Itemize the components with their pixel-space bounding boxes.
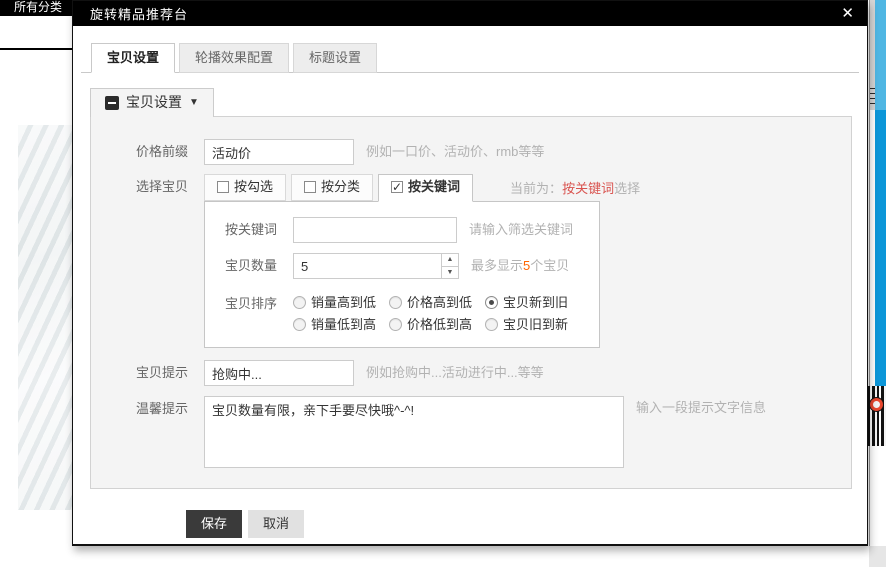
item-settings-section: 宝贝设置 ▼ 价格前缀 例如一口价、活动价、rmb等等 选择宝贝 按勾选 — [90, 88, 852, 489]
qr-code-logo — [870, 398, 883, 411]
tab-item-settings[interactable]: 宝贝设置 — [91, 43, 175, 73]
quantity-stepper: ▲ ▼ — [293, 253, 459, 279]
item-tip-row: 宝贝提示 例如抢购中...活动进行中...等等 — [136, 360, 851, 386]
right-strip-bottom — [869, 546, 886, 567]
select-mode-column: 按勾选 按分类 按关键词 当前为：按关键词选择 — [204, 174, 640, 348]
stepper-up-icon[interactable]: ▲ — [442, 254, 458, 267]
price-prefix-hint: 例如一口价、活动价、rmb等等 — [366, 139, 544, 165]
mode-tab-label: 按勾选 — [234, 179, 273, 195]
stepper-buttons: ▲ ▼ — [441, 254, 458, 278]
price-prefix-label: 价格前缀 — [136, 139, 194, 165]
dialog-title: 旋转精品推荐台 — [90, 4, 188, 23]
keyword-row: 按关键词 请输入筛选关键词 — [225, 217, 599, 243]
cancel-button[interactable]: 取消 — [248, 510, 304, 538]
radio-icon[interactable] — [389, 318, 402, 331]
sort-row: 宝贝排序 销量高到低 价格高到低 — [225, 291, 599, 332]
mode-tab-by-check[interactable]: 按勾选 — [204, 174, 286, 201]
qr-code-fragment — [868, 386, 886, 446]
sort-option-label: 价格低到高 — [407, 317, 472, 332]
warm-tip-label: 温馨提示 — [136, 396, 194, 422]
checkbox-icon[interactable] — [217, 181, 229, 193]
quantity-row: 宝贝数量 ▲ ▼ 最多显示5个宝贝 — [225, 253, 599, 279]
tab-title-settings[interactable]: 标题设置 — [293, 43, 377, 73]
sort-option-label: 价格高到低 — [407, 295, 472, 310]
quantity-label: 宝贝数量 — [225, 253, 285, 279]
mode-tab-label: 按分类 — [321, 179, 360, 195]
background-nav-label[interactable]: 所有分类 — [14, 0, 62, 14]
quantity-input[interactable] — [294, 254, 441, 278]
background-divider — [0, 48, 72, 50]
radio-icon[interactable] — [485, 318, 498, 331]
radio-icon[interactable] — [389, 296, 402, 309]
sort-label: 宝贝排序 — [225, 291, 285, 317]
item-tip-label: 宝贝提示 — [136, 360, 194, 386]
section-body: 价格前缀 例如一口价、活动价、rmb等等 选择宝贝 按勾选 按分类 — [90, 116, 852, 489]
settings-dialog: 旋转精品推荐台 ✕ 宝贝设置 轮播效果配置 标题设置 宝贝设置 ▼ 价格前缀 例… — [72, 0, 868, 546]
warm-tip-row: 温馨提示 宝贝数量有限，亲下手要尽快哦^-^! 输入一段提示文字信息 — [136, 396, 851, 468]
section-header[interactable]: 宝贝设置 ▼ — [90, 88, 214, 117]
current-mode-value: 按关键词 — [562, 181, 614, 196]
checkbox-icon[interactable] — [391, 181, 403, 193]
warm-tip-hint: 输入一段提示文字信息 — [636, 399, 766, 416]
right-strip-blue-dark — [875, 110, 886, 395]
radio-icon[interactable] — [293, 318, 306, 331]
current-mode-hint: 当前为：按关键词选择 — [510, 176, 640, 201]
mode-tab-by-category[interactable]: 按分类 — [291, 174, 373, 201]
quantity-hint: 最多显示5个宝贝 — [471, 253, 569, 279]
select-mode-label: 选择宝贝 — [136, 174, 194, 200]
mode-tab-by-keyword[interactable]: 按关键词 — [378, 174, 473, 202]
sort-options: 销量高到低 价格高到低 宝贝新到旧 — [293, 291, 581, 332]
item-tip-hint: 例如抢购中...活动进行中...等等 — [366, 360, 544, 386]
price-prefix-row: 价格前缀 例如一口价、活动价、rmb等等 — [136, 139, 851, 165]
item-tip-input[interactable] — [204, 360, 354, 386]
keyword-hint: 请输入筛选关键词 — [469, 217, 573, 243]
save-button[interactable]: 保存 — [186, 510, 242, 538]
sort-option-oldest[interactable]: 宝贝旧到新 — [485, 317, 568, 332]
background-right-strip — [869, 0, 886, 567]
right-strip-blue-light — [875, 0, 886, 110]
sort-option-price-asc[interactable]: 价格低到高 — [389, 317, 472, 332]
sort-option-label: 宝贝旧到新 — [503, 317, 568, 332]
keyword-input[interactable] — [293, 217, 457, 243]
sort-option-sales-asc[interactable]: 销量低到高 — [293, 317, 376, 332]
close-icon[interactable]: ✕ — [841, 6, 854, 21]
background-image — [18, 125, 72, 510]
select-mode-tabs: 按勾选 按分类 按关键词 当前为：按关键词选择 — [204, 174, 640, 201]
collapse-icon[interactable] — [105, 96, 119, 110]
caret-down-icon: ▼ — [189, 94, 199, 111]
sort-option-label: 宝贝新到旧 — [503, 295, 568, 310]
warm-tip-textarea[interactable]: 宝贝数量有限，亲下手要尽快哦^-^! — [204, 396, 624, 468]
sort-option-newest[interactable]: 宝贝新到旧 — [485, 295, 568, 310]
sort-option-price-desc[interactable]: 价格高到低 — [389, 295, 472, 310]
radio-icon[interactable] — [293, 296, 306, 309]
background-nav-bar: 所有分类 — [0, 0, 74, 16]
checkbox-icon[interactable] — [304, 181, 316, 193]
select-mode-row: 选择宝贝 按勾选 按分类 按关键词 — [136, 174, 851, 348]
sort-option-sales-desc[interactable]: 销量高到低 — [293, 295, 376, 310]
dialog-footer: 保存 取消 — [186, 510, 867, 538]
sort-option-label: 销量高到低 — [311, 295, 376, 310]
keyword-settings-box: 按关键词 请输入筛选关键词 宝贝数量 ▲ ▼ — [204, 201, 600, 348]
mode-tab-label: 按关键词 — [408, 179, 460, 195]
tab-carousel-config[interactable]: 轮播效果配置 — [179, 43, 289, 73]
dialog-tabs: 宝贝设置 轮播效果配置 标题设置 — [81, 43, 859, 73]
price-prefix-input[interactable] — [204, 139, 354, 165]
keyword-label: 按关键词 — [225, 217, 285, 243]
section-title: 宝贝设置 — [126, 94, 182, 111]
sort-option-label: 销量低到高 — [311, 317, 376, 332]
dialog-header: 旋转精品推荐台 ✕ — [73, 1, 867, 26]
stepper-down-icon[interactable]: ▼ — [442, 267, 458, 279]
radio-icon[interactable] — [485, 296, 498, 309]
